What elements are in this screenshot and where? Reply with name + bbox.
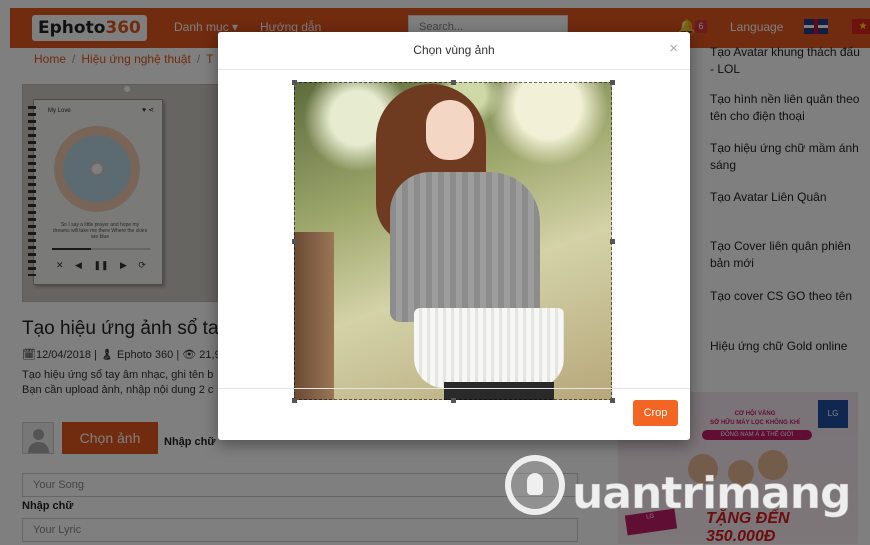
- crop-handle-left[interactable]: [292, 239, 297, 244]
- page: Ephoto360 Danh mục ▾ Hướng dẫn Search...…: [0, 0, 870, 545]
- crop-handle-right[interactable]: [610, 239, 615, 244]
- modal-footer: [218, 388, 690, 440]
- crop-handle-top-left[interactable]: [292, 80, 297, 85]
- crop-button[interactable]: Crop: [633, 400, 678, 426]
- modal-header: Chọn vùng ảnh ×: [218, 32, 690, 70]
- watermark-text: uantrimang: [572, 468, 853, 520]
- crop-handle-top[interactable]: [451, 80, 456, 85]
- crop-handle-top-right[interactable]: [610, 80, 615, 85]
- close-icon[interactable]: ×: [669, 40, 678, 57]
- modal-title: Chọn vùng ảnh: [413, 43, 495, 57]
- crop-selection-box[interactable]: [294, 82, 612, 400]
- watermark-bulb-icon: [505, 455, 565, 515]
- crop-image-modal: Chọn vùng ảnh × Crop: [218, 32, 690, 440]
